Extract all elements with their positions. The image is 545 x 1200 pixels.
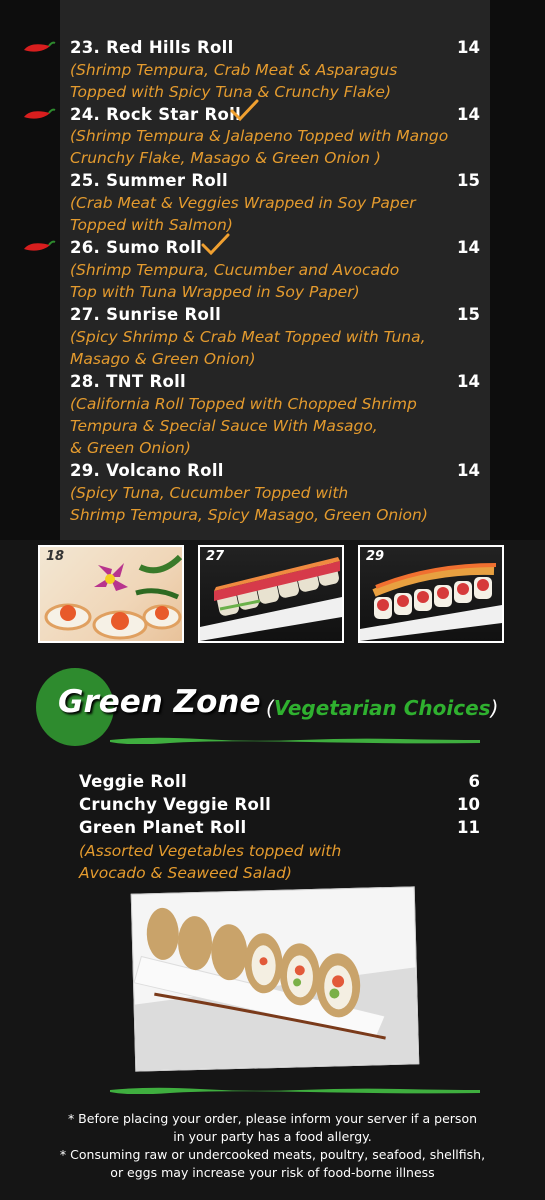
item-description: (Spicy Shrimp & Crab Meat Topped with Tu… <box>70 328 426 368</box>
item-description: (Shrimp Tempura, Crab Meat & Asparagus To… <box>70 61 398 101</box>
item-price: 14 <box>457 372 480 391</box>
photo-roll-27: 27 <box>198 545 344 643</box>
green-brush-divider <box>110 737 480 744</box>
item-name: 29. Volcano Roll <box>70 461 224 480</box>
item-name: 28. TNT Roll <box>70 372 186 391</box>
veggie-item-name: Green Planet Roll <box>79 818 247 837</box>
item-name: 23. Red Hills Roll <box>70 38 234 57</box>
veggie-item-description: (Assorted Vegetables topped with Avocado … <box>79 842 342 882</box>
allergy-notice: * Before placing your order, please info… <box>59 1111 486 1180</box>
item-price: 15 <box>457 305 480 324</box>
veggie-item-price: 11 <box>457 818 480 837</box>
green-zone-subtitle: (Vegetarian Choices) <box>266 696 499 720</box>
photo-number: 27 <box>206 549 225 564</box>
photo-roll-18: 18 <box>38 545 184 643</box>
green-zone-title: Green Zone <box>58 684 261 720</box>
item-description: (Spicy Tuna, Cucumber Topped with Shrimp … <box>70 484 428 524</box>
photo-crunchy-veggie-roll <box>130 886 420 1072</box>
green-brush-divider <box>110 1087 480 1094</box>
chili-icon <box>24 108 56 119</box>
item-name: 24. Rock Star Roll <box>70 105 242 124</box>
veggie-item-name: Crunchy Veggie Roll <box>79 795 272 814</box>
veggie-item-name: Veggie Roll <box>79 772 187 791</box>
item-description: (California Roll Topped with Chopped Shr… <box>70 395 417 457</box>
item-price: 14 <box>457 38 480 57</box>
item-description: (Crab Meat & Veggies Wrapped in Soy Pape… <box>70 194 416 234</box>
photo-roll-29: 29 <box>358 545 504 643</box>
photo-number: 29 <box>366 549 385 564</box>
item-description: (Shrimp Tempura, Cucumber and Avocado Top… <box>70 261 400 301</box>
item-price: 15 <box>457 171 480 190</box>
checkmark-icon <box>230 99 259 122</box>
veggie-item-price: 6 <box>468 772 480 791</box>
chili-icon <box>24 240 56 251</box>
item-description: (Shrimp Tempura & Jalapeno Topped with M… <box>70 127 449 167</box>
item-name: 27. Sunrise Roll <box>70 305 222 324</box>
item-price: 14 <box>457 238 480 257</box>
chili-icon <box>24 41 56 52</box>
item-price: 14 <box>457 105 480 124</box>
item-price: 14 <box>457 461 480 480</box>
photo-number: 18 <box>46 549 65 564</box>
item-name: 25. Summer Roll <box>70 171 228 190</box>
veggie-item-price: 10 <box>457 795 480 814</box>
item-name: 26. Sumo Roll <box>70 238 203 257</box>
checkmark-icon <box>201 233 230 256</box>
